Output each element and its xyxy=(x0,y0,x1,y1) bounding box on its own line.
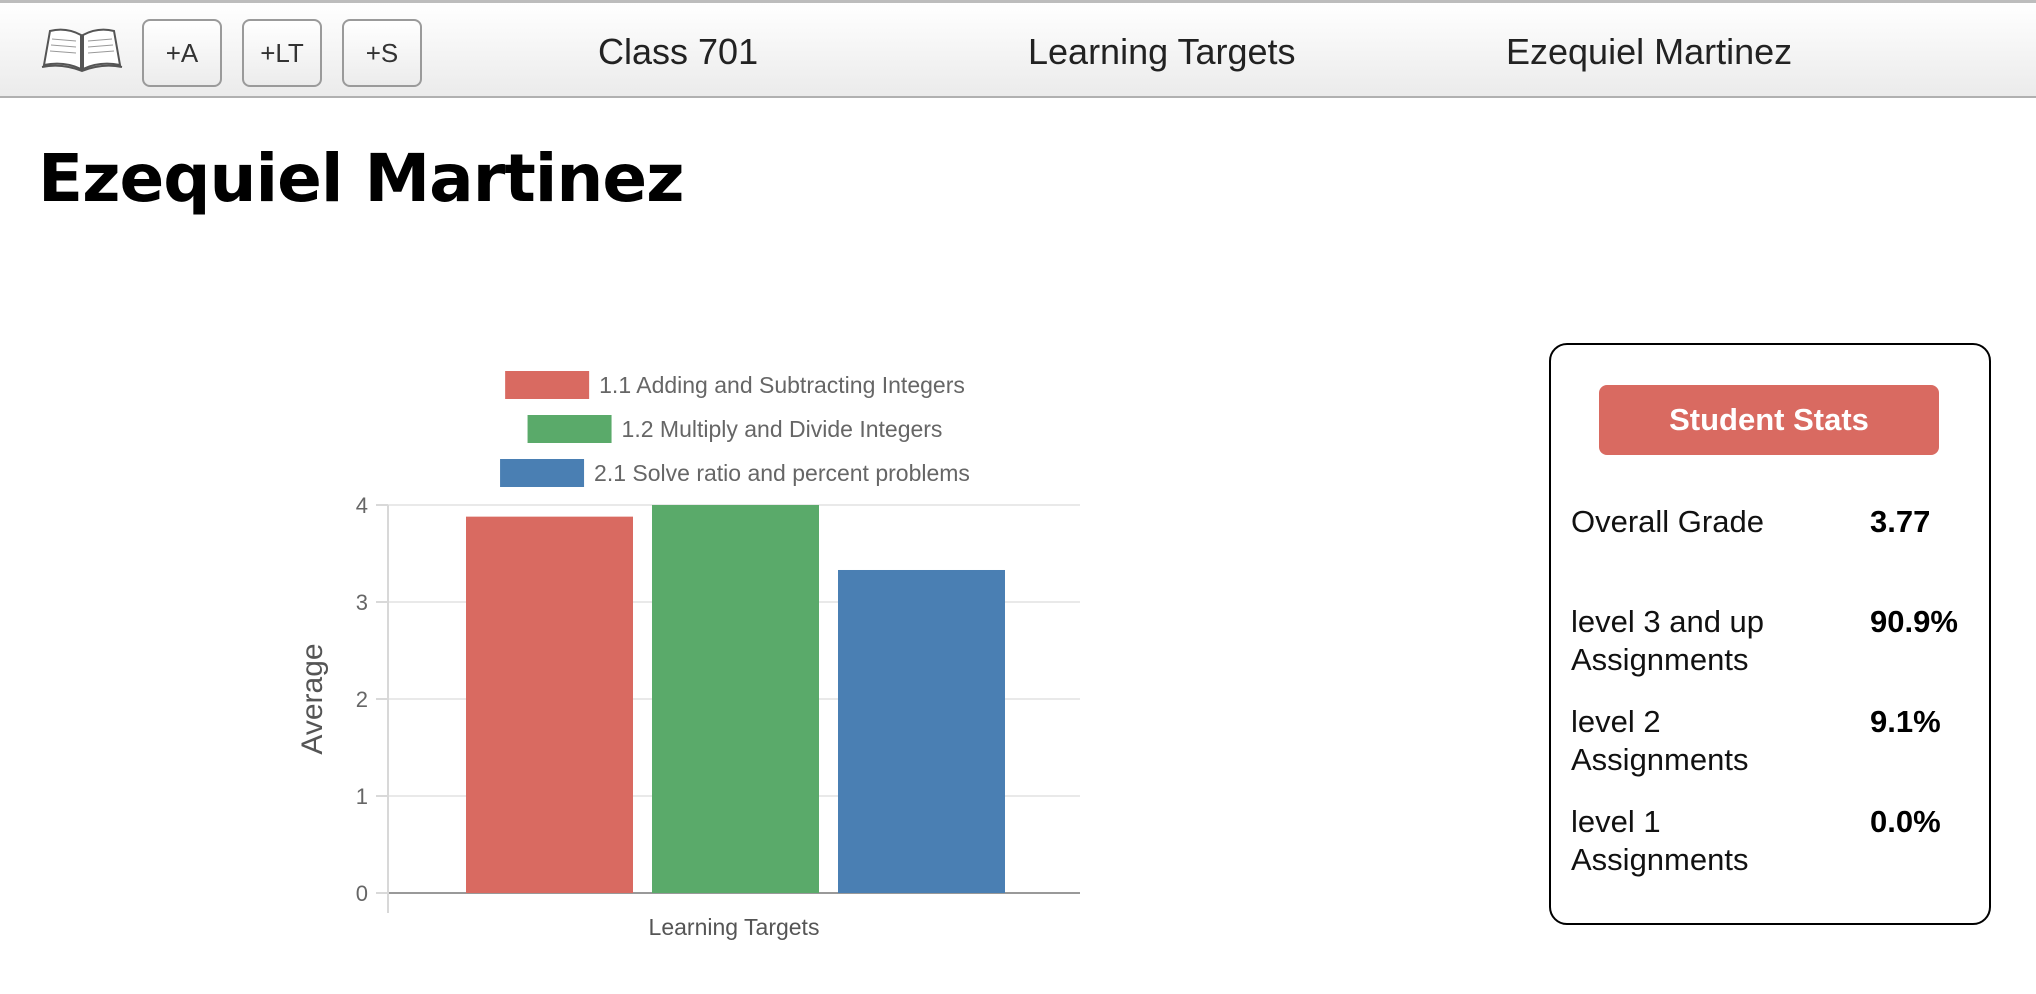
bar xyxy=(652,505,819,893)
student-stats-card: Student Stats Overall Grade 3.77 level 3… xyxy=(1549,343,1991,925)
add-learning-target-button[interactable]: +LT xyxy=(242,19,322,87)
y-tick-label: 2 xyxy=(356,687,368,712)
page-title: Ezequiel Martinez xyxy=(38,140,685,217)
stat-value: 3.77 xyxy=(1870,504,1931,539)
top-navbar: +A +LT +S Class 701 Learning Targets Eze… xyxy=(0,0,2036,98)
stat-value: 9.1% xyxy=(1870,704,1941,739)
legend-label: 1.2 Multiply and Divide Integers xyxy=(622,416,943,442)
y-tick-label: 3 xyxy=(356,590,368,615)
student-stats-header-button[interactable]: Student Stats xyxy=(1599,385,1939,455)
legend-swatch xyxy=(505,371,590,399)
stat-label: level 1 Assignments xyxy=(1571,804,1749,877)
stat-value: 90.9% xyxy=(1870,604,1958,639)
legend-label: 2.1 Solve ratio and percent problems xyxy=(594,460,970,486)
y-tick-label: 4 xyxy=(356,493,368,518)
learning-targets-bar-chart: 1.1 Adding and Subtracting Integers 1.2 M… xyxy=(296,371,1080,940)
stat-value: 0.0% xyxy=(1870,804,1941,839)
nav-class-link[interactable]: Class 701 xyxy=(598,31,758,73)
stat-label: level 3 and up Assignments xyxy=(1571,604,1765,677)
bar xyxy=(838,569,1005,893)
x-axis-label: Learning Targets xyxy=(649,914,820,940)
y-axis-label: Average xyxy=(296,643,329,754)
legend-swatch xyxy=(500,459,585,487)
legend-swatch xyxy=(527,415,612,443)
stat-label: Overall Grade xyxy=(1571,504,1764,539)
nav-learning-targets-link[interactable]: Learning Targets xyxy=(1028,31,1296,73)
y-tick-label: 1 xyxy=(356,784,368,809)
stat-label: level 2 Assignments xyxy=(1571,704,1749,777)
y-tick-label: 0 xyxy=(356,881,368,906)
bar xyxy=(466,516,633,893)
legend-label: 1.1 Adding and Subtracting Integers xyxy=(599,372,965,398)
open-book-icon[interactable] xyxy=(40,25,124,73)
add-student-button[interactable]: +S xyxy=(342,19,422,87)
add-assignment-button[interactable]: +A xyxy=(142,19,222,87)
nav-student-link[interactable]: Ezequiel Martinez xyxy=(1506,31,1792,73)
